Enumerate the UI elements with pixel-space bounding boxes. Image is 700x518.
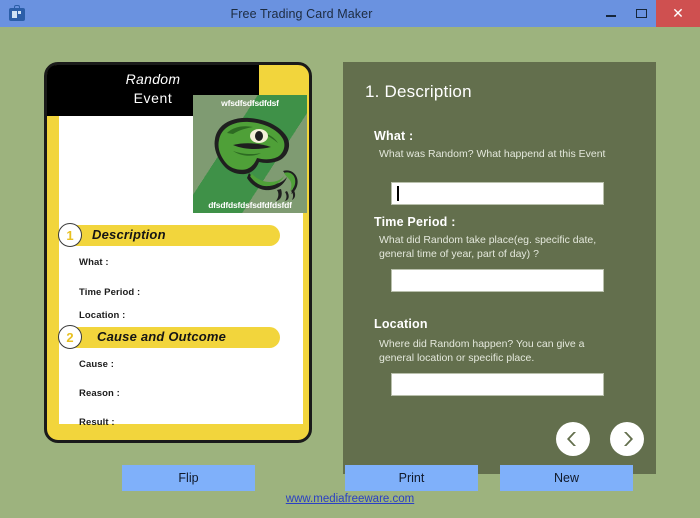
chevron-right-icon [624, 432, 633, 446]
help-what: What was Random? What happend at this Ev… [379, 148, 606, 160]
minimize-button[interactable] [596, 0, 626, 27]
card-image-caption-top: wfsdfsdfsdfdsf [221, 98, 279, 108]
card-image-caption-bottom: dfsdfdsfdsfsdfdfdsfdf [208, 200, 292, 210]
card-field-what: What : [79, 257, 109, 268]
card-field-location: Location : [79, 310, 126, 321]
card-maker-icon [7, 4, 27, 24]
card-section-description[interactable]: 1 Description [58, 223, 280, 247]
close-button[interactable]: ✕ [656, 0, 700, 27]
help-location: Where did Random happen? You can give a … [379, 338, 585, 364]
app-window: Free Trading Card Maker ✕ Random Event w… [0, 0, 700, 518]
card-section-label: Description [92, 227, 166, 242]
card-field-reason: Reason : [79, 388, 120, 399]
prev-button[interactable] [556, 422, 590, 456]
minimize-icon [606, 15, 616, 17]
card-field-cause: Cause : [79, 359, 115, 370]
website-link[interactable]: www.mediafreeware.com [0, 493, 700, 505]
content-area: Random Event wfsdfsdfsdfdsf dfsdfdsfdsfs… [0, 27, 700, 518]
input-time-period[interactable] [391, 269, 604, 292]
help-time-period: What did Random take place(eg. specific … [379, 234, 597, 260]
label-what: What : [374, 129, 414, 143]
label-location: Location [374, 317, 428, 331]
panel-heading: 1. Description [365, 82, 472, 101]
card-field-time-period: Time Period : [79, 287, 141, 298]
flip-button[interactable]: Flip [122, 465, 255, 491]
card-field-result: Result : [79, 417, 115, 428]
new-button[interactable]: New [500, 465, 633, 491]
input-what[interactable] [391, 182, 604, 205]
text-caret [397, 186, 399, 201]
maximize-icon [635, 9, 647, 18]
philosoraptor-icon [214, 117, 298, 201]
input-location[interactable] [391, 373, 604, 396]
card-title-line1: Random [125, 71, 181, 87]
window-controls: ✕ [596, 0, 700, 27]
card-section-number: 1 [58, 223, 82, 247]
label-time-period: Time Period : [374, 215, 456, 229]
card-section-cause-outcome[interactable]: 2 Cause and Outcome [58, 325, 280, 349]
next-button[interactable] [610, 422, 644, 456]
title-bar: Free Trading Card Maker ✕ [0, 0, 700, 27]
maximize-button[interactable] [626, 0, 656, 27]
card-image[interactable]: wfsdfsdfsdfdsf dfsdfdsfdsfsdfdfdsfdf [193, 95, 307, 213]
chevron-left-icon [567, 432, 576, 446]
print-button[interactable]: Print [345, 465, 478, 491]
card-preview[interactable]: Random Event wfsdfsdfsdfdsf dfsdfdsfdsfs… [44, 62, 312, 443]
card-section-number: 2 [58, 325, 82, 349]
window-title: Free Trading Card Maker [230, 6, 373, 21]
description-panel: 1. Description What : What was Random? W… [343, 62, 656, 474]
card-section-label: Cause and Outcome [97, 329, 227, 344]
